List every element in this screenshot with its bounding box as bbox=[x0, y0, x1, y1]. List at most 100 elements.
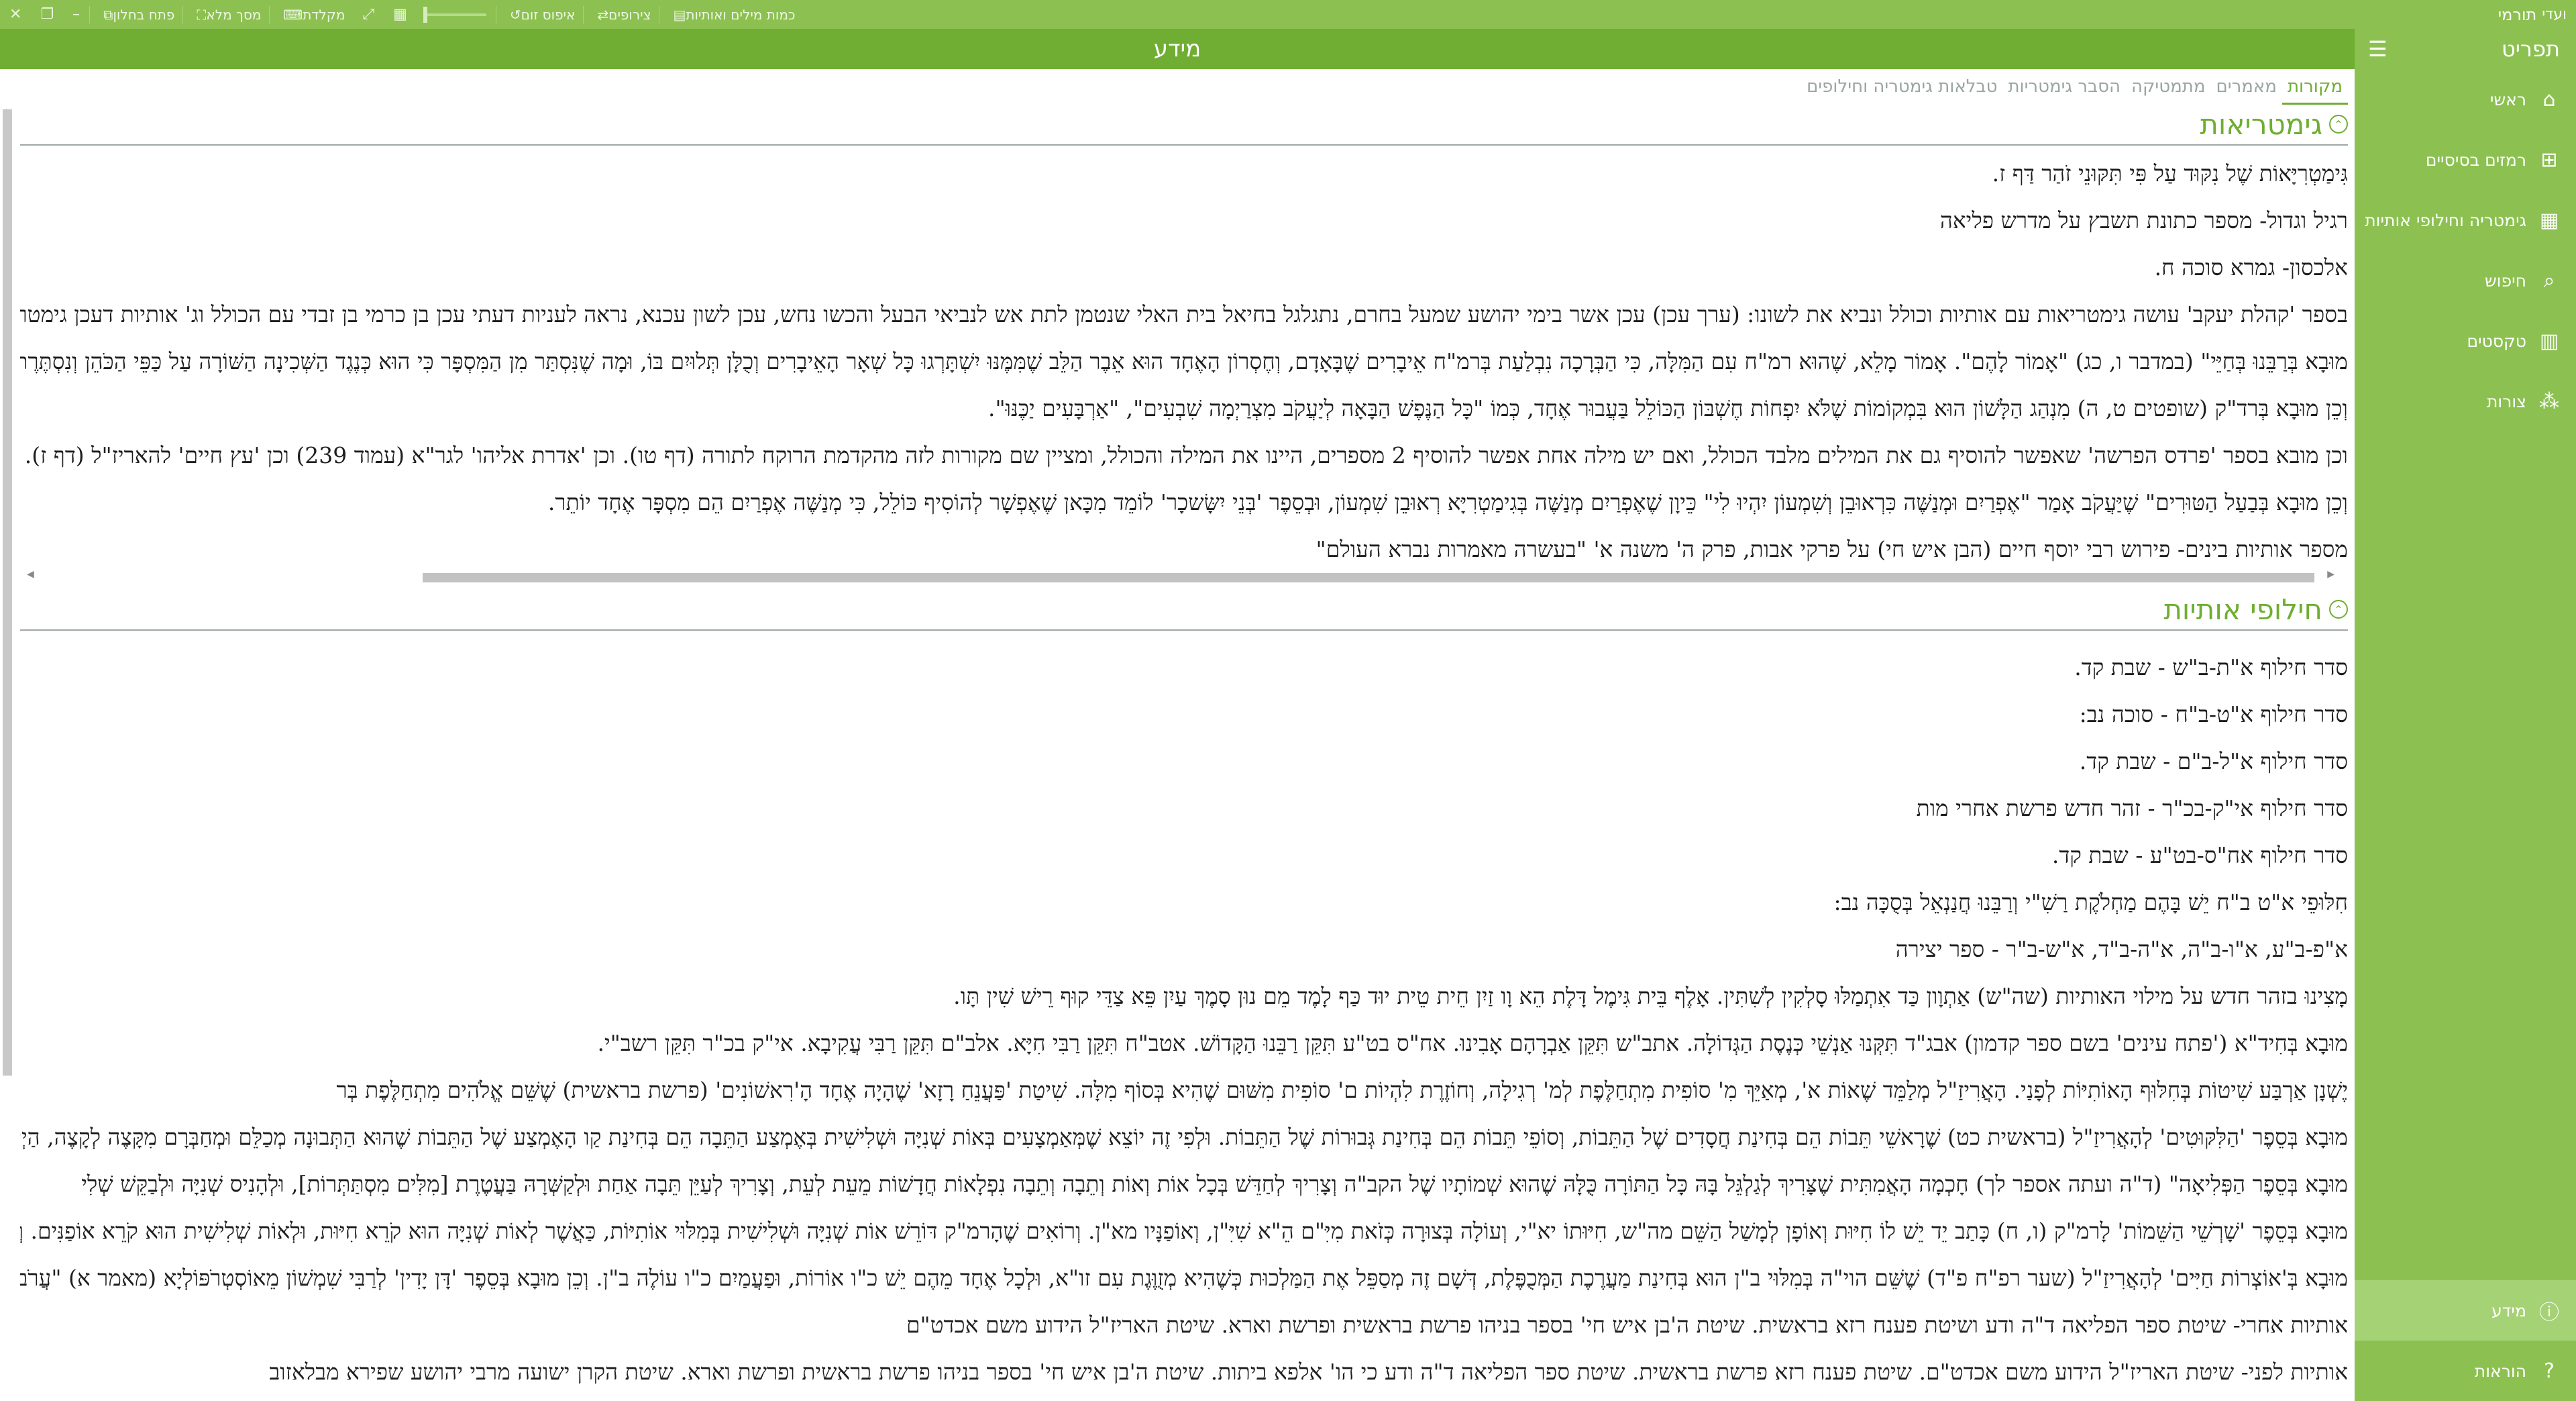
sidebar-item-label: הוראות bbox=[2474, 1361, 2526, 1381]
word-count-button[interactable]: ▤ כמות מילים ואותיות bbox=[659, 5, 803, 23]
sidebar-item-basic-hints[interactable]: ⊞ רמזים בסיסיים bbox=[2355, 129, 2576, 190]
toolbar-left: ✕ ❐ – ⧉ פתח בחלון ⛶ מסך מלא ⌨ מקלדת ⤢ ▦ ↺ אי… bbox=[0, 0, 804, 29]
horizontal-scrollbar[interactable]: ◀ ▶ bbox=[27, 569, 2334, 582]
text-line: בספר 'קהלת יעקב' עושה גימטריאות עם אותיו… bbox=[20, 301, 2348, 327]
title-bar: מידע bbox=[0, 29, 2355, 69]
text-line: מוּבָא בְּסֵפֶר הַפְּלִיאָה" (ד"ה ועתה א… bbox=[81, 1171, 2348, 1197]
text-line: אותיות לפני- שיטת האריז"ל הידוע משם אכדט… bbox=[269, 1359, 2348, 1385]
shuffle-icon: ⇄ bbox=[597, 6, 609, 23]
tab-mathematics[interactable]: מתמטיקה bbox=[2126, 73, 2211, 103]
tab-sources[interactable]: מקורות bbox=[2282, 73, 2348, 105]
text-line: סדר חילוף א"ת-ב"ש - שבת קד. bbox=[2074, 654, 2348, 680]
section-title: חילופי אותיות bbox=[2163, 592, 2322, 626]
calculator-icon: ▦ bbox=[2539, 208, 2559, 232]
main-content: מקורות מאמרים מתמטיקה הסבר גימטריות טבלא… bbox=[0, 69, 2355, 1401]
text-line: וְכֵן מוּבָא בְּבַעַל הַטּוּרִים" שֶׁיַּ… bbox=[547, 489, 2348, 515]
restore-icon[interactable]: ❐ bbox=[31, 6, 63, 23]
app-logo: ועדי bbox=[2542, 6, 2567, 23]
scroll-left-arrow[interactable]: ◀ bbox=[27, 569, 34, 580]
letters-section-header[interactable]: ⌃ חילופי אותיות bbox=[20, 589, 2348, 631]
sidebar-item-help[interactable]: ? הוראות bbox=[2355, 1341, 2576, 1401]
collapse-icon[interactable]: ⌃ bbox=[2329, 600, 2348, 619]
sidebar-item-info[interactable]: ⓘ מידע bbox=[2355, 1280, 2576, 1341]
sidebar-item-label: טקסטים bbox=[2467, 331, 2526, 351]
word-count-label: כמות מילים ואותיות bbox=[686, 6, 796, 23]
tab-articles[interactable]: מאמרים bbox=[2211, 73, 2282, 103]
tab-bar: מקורות מאמרים מתמטיקה הסבר גימטריות טבלא… bbox=[1801, 73, 2348, 105]
sidebar-item-label: רמזים בסיסיים bbox=[2425, 150, 2526, 170]
sidebar-item-label: צורות bbox=[2487, 391, 2526, 411]
app-name: תורמי bbox=[2498, 5, 2537, 24]
keyboard-button[interactable]: ⌨ מקלדת bbox=[269, 5, 353, 23]
text-line: וכן מובא בספר 'פרדס הפרשה' שאפשר להוסיף … bbox=[24, 442, 2348, 468]
sidebar-item-label: ראשי bbox=[2489, 89, 2526, 109]
horizontal-scroll-thumb[interactable] bbox=[423, 573, 2314, 582]
text-line: מָצִינוּ בזהר חדש על מילוי האותיות (שה"ש… bbox=[953, 983, 2348, 1009]
top-toolbar: ✕ ❐ – ⧉ פתח בחלון ⛶ מסך מלא ⌨ מקלדת ⤢ ▦ ↺ אי… bbox=[0, 0, 2576, 29]
word-count-icon: ▤ bbox=[673, 6, 686, 23]
zoom-grid-icon[interactable]: ▦ bbox=[384, 6, 417, 23]
sidebar-item-gematria[interactable]: ▦ גימטריה וחילופי אותיות bbox=[2355, 190, 2576, 250]
sidebar-item-label: גימטריה וחילופי אותיות bbox=[2365, 210, 2526, 230]
scroll-right-arrow[interactable]: ▶ bbox=[2327, 569, 2334, 580]
text-line: א"פ-ב"ע, א"ו-ב"ה, א"ה-ב"ד, א"ש-ב"ר - ספר… bbox=[1895, 936, 2348, 962]
text-line: סדר חילוף א"ל-ב"ם - שבת קד. bbox=[2079, 748, 2348, 774]
gematria-text: גִּימַטְרִיָּאוֹת שֶׁל נִקּוּד עַל פִּי … bbox=[20, 150, 2348, 572]
grid-icon: ⊞ bbox=[2540, 148, 2558, 172]
text-line: סדר חילוף א"ט-ב"ח - סוכה נב: bbox=[2079, 701, 2348, 727]
sidebar-item-label: מידע bbox=[2491, 1300, 2526, 1320]
tab-gematria-explanation[interactable]: הסבר גימטריות bbox=[2002, 73, 2126, 103]
sidebar-title: תפריט bbox=[2502, 36, 2560, 62]
page-title: מידע bbox=[1153, 36, 1201, 62]
tab-gematria-tables[interactable]: טבלאות גימטריה וחילופים bbox=[1801, 73, 2002, 103]
collapse-icon[interactable]: ⌃ bbox=[2329, 115, 2348, 134]
sidebar-item-home[interactable]: ⌂ ראשי bbox=[2355, 69, 2576, 129]
text-line: חִלּוּפֵי א"ט ב"ח יֵשׁ בָּהֶם מַחְלֹקֶת … bbox=[1833, 889, 2349, 915]
fullscreen-icon: ⛶ bbox=[197, 6, 207, 23]
text-line: מוּבָא בְּסֵפֶר 'הַלִּקּוּטִים' לְהָאֲרִ… bbox=[20, 1124, 2348, 1150]
zoom-slider[interactable] bbox=[423, 6, 486, 23]
fullscreen-button[interactable]: ⛶ מסך מלא bbox=[182, 5, 269, 23]
zoom-fit-icon[interactable]: ⤢ bbox=[353, 6, 384, 23]
sidebar-bottom: ⓘ מידע ? הוראות bbox=[2355, 1280, 2576, 1401]
close-icon[interactable]: ✕ bbox=[0, 6, 31, 23]
shapes-icon: ⁂ bbox=[2539, 389, 2559, 413]
combinations-label: צירופים bbox=[608, 6, 651, 23]
sidebar-item-search[interactable]: ⌕ חיפוש bbox=[2355, 250, 2576, 311]
text-line: מוּבָא בְּחִיד"א ('פתח עינים' בשם ספר קד… bbox=[597, 1030, 2348, 1056]
gematria-section-header[interactable]: ⌃ גימטריאות bbox=[20, 104, 2348, 146]
text-line: סדר חילוף אח"ס-בט"ע - שבת קד. bbox=[2051, 842, 2348, 868]
text-line: וְכֵן מוּבָא בְּרד"ק (שופטים ט, ה) מִנְה… bbox=[988, 395, 2348, 421]
sidebar-item-shapes[interactable]: ⁂ צורות bbox=[2355, 371, 2576, 431]
keyboard-icon: ⌨ bbox=[283, 6, 303, 23]
text-line: מוּבָא בְּרַבֵּנוּ בְּחַיֵּי" (במדבר ו, … bbox=[20, 348, 2348, 374]
minimize-icon[interactable]: – bbox=[63, 6, 89, 23]
reset-zoom-icon: ↺ bbox=[509, 6, 521, 23]
text-line: מוּבָא בְּ'אוֹצְרוֹת חַיִּים' לְהָאֲרִיז… bbox=[20, 1265, 2348, 1291]
home-icon: ⌂ bbox=[2542, 87, 2556, 111]
fullscreen-label: מסך מלא bbox=[206, 6, 262, 23]
text-line: אלכסון- גמרא סוכה ח. bbox=[2154, 254, 2348, 280]
open-in-window-button[interactable]: ⧉ פתח בחלון bbox=[89, 5, 182, 23]
vertical-scrollbar[interactable] bbox=[3, 109, 12, 1076]
open-in-window-label: פתח בחלון bbox=[113, 6, 175, 23]
app-brand: תורמי ועדי bbox=[2489, 0, 2567, 29]
search-icon: ⌕ bbox=[2543, 268, 2555, 293]
reset-zoom-button[interactable]: ↺ איפוס זום bbox=[495, 5, 584, 23]
letters-text: סדר חילוף א"ת-ב"ש - שבת קד. סדר חילוף א"… bbox=[20, 644, 2348, 1401]
zoom-slider-knob[interactable] bbox=[423, 6, 427, 23]
text-line: סדר חילוף אי"ק-בכ"ר - זהר חדש פרשת אחרי … bbox=[1916, 795, 2348, 821]
text-line: גִּימַטְרִיָּאוֹת שֶׁל נִקּוּד עַל פִּי … bbox=[1992, 160, 2348, 187]
hamburger-menu-icon[interactable]: ☰ bbox=[2368, 36, 2387, 62]
sidebar: תפריט ☰ ⌂ ראשי ⊞ רמזים בסיסיים ▦ גימטריה… bbox=[2355, 29, 2576, 1401]
book-icon: ▥ bbox=[2539, 329, 2559, 353]
sidebar-item-texts[interactable]: ▥ טקסטים bbox=[2355, 311, 2576, 371]
sidebar-header: תפריט ☰ bbox=[2355, 29, 2576, 69]
sidebar-item-label: חיפוש bbox=[2484, 270, 2526, 291]
combinations-button[interactable]: ⇄ צירופים bbox=[583, 5, 659, 23]
text-line: יֶשְׁנָן אַרְבַּע שִׁיטוֹת בְּחִלּוּף הָ… bbox=[336, 1077, 2348, 1103]
new-window-icon: ⧉ bbox=[103, 6, 113, 23]
help-icon: ? bbox=[2544, 1359, 2555, 1383]
keyboard-label: מקלדת bbox=[303, 6, 345, 23]
info-icon: ⓘ bbox=[2539, 1301, 2559, 1325]
